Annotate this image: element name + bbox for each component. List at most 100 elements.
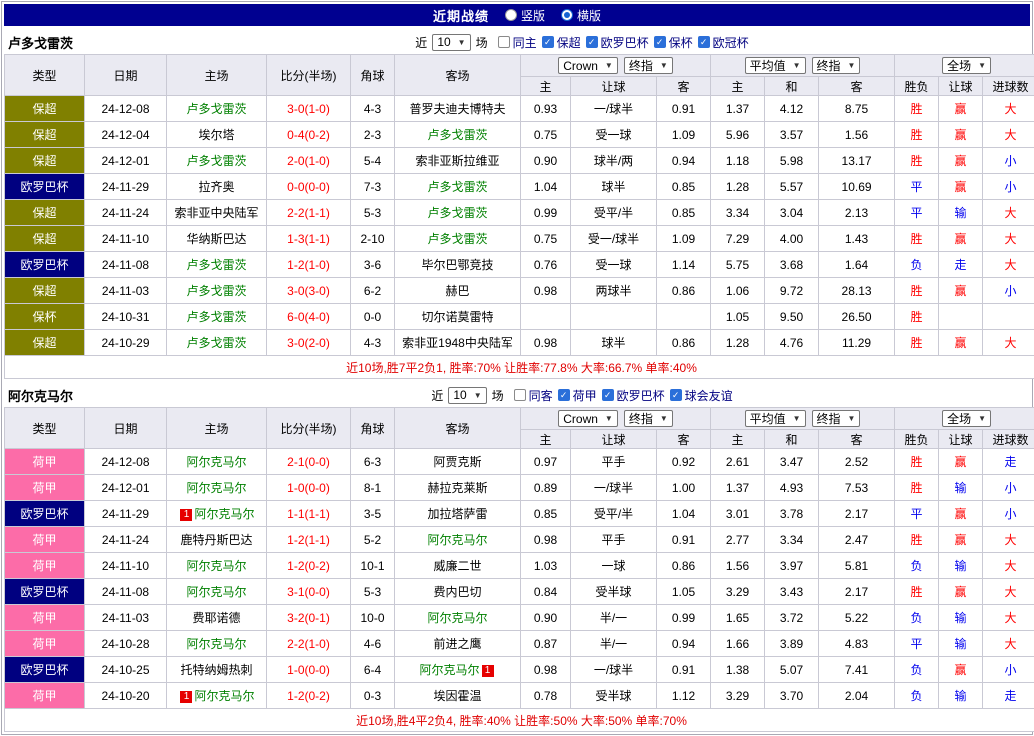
team-link[interactable]: 鹿特丹斯巴达 — [180, 533, 252, 547]
match-count-select[interactable]: 10 ▼ — [432, 34, 470, 51]
checkbox-unchecked-icon[interactable] — [514, 389, 526, 401]
team-link[interactable]: 阿尔克马尔 — [194, 689, 254, 703]
result-win-draw-lose: 平 — [895, 631, 939, 657]
checkbox-checked-icon[interactable] — [558, 389, 570, 401]
team-link[interactable]: 阿尔克马尔 — [186, 481, 246, 495]
team-link[interactable]: 切尔诺莫雷特 — [421, 310, 493, 324]
average-select[interactable]: 平均值▼ — [745, 57, 806, 74]
chevron-down-icon: ▼ — [793, 61, 801, 70]
team-link[interactable]: 埃因霍温 — [433, 689, 481, 703]
team-link[interactable]: 索非亚斯拉维亚 — [415, 154, 499, 168]
match-row: 荷甲24-12-01阿尔克马尔1-0(0-0)8-1赫拉克莱斯0.89一/球半1… — [5, 475, 1034, 501]
team-link[interactable]: 索非亚1948中央陆军 — [402, 336, 513, 350]
team-link[interactable]: 阿尔克马尔 — [186, 585, 246, 599]
checkbox-checked-icon[interactable] — [542, 36, 554, 48]
team-link[interactable]: 卢多戈雷茨 — [186, 154, 246, 168]
team-link[interactable]: 华纳斯巴达 — [186, 232, 246, 246]
average-select[interactable]: 平均值▼ — [745, 410, 806, 427]
team-link[interactable]: 阿贾克斯 — [433, 455, 481, 469]
checkbox-checked-icon[interactable] — [670, 389, 682, 401]
team-link[interactable]: 卢多戈雷茨 — [186, 258, 246, 272]
checkbox-checked-icon[interactable] — [698, 36, 710, 48]
team-link[interactable]: 卢多戈雷茨 — [427, 206, 487, 220]
final-odds-select[interactable]: 终指▼ — [812, 410, 861, 427]
team-link[interactable]: 卢多戈雷茨 — [427, 180, 487, 194]
chevron-down-icon: ▼ — [605, 414, 613, 423]
team-link[interactable]: 阿尔克马尔 — [419, 663, 479, 677]
checkbox-checked-icon[interactable] — [602, 389, 614, 401]
match-date: 24-10-29 — [85, 330, 167, 356]
team-link[interactable]: 阿尔克马尔 — [186, 455, 246, 469]
crown-away-odds: 1.09 — [657, 122, 711, 148]
final-odds-select[interactable]: 终指▼ — [812, 57, 861, 74]
team-link[interactable]: 埃尔塔 — [198, 128, 234, 142]
team-link[interactable]: 毕尔巴鄂竞技 — [421, 258, 493, 272]
team-link[interactable]: 加拉塔萨雷 — [427, 507, 487, 521]
team-link[interactable]: 普罗夫迪夫博特夫 — [409, 102, 505, 116]
team-link[interactable]: 卢多戈雷茨 — [427, 232, 487, 246]
filter-checkbox[interactable]: 欧冠杯 — [698, 34, 749, 51]
filter-checkbox[interactable]: 保超 — [542, 34, 581, 51]
team-link[interactable]: 费内巴切 — [433, 585, 481, 599]
checkbox-checked-icon[interactable] — [586, 36, 598, 48]
team-link[interactable]: 卢多戈雷茨 — [427, 128, 487, 142]
team-link[interactable]: 卢多戈雷茨 — [186, 310, 246, 324]
team-link[interactable]: 阿尔克马尔 — [427, 533, 487, 547]
checkbox-unchecked-icon[interactable] — [498, 36, 510, 48]
full-match-select[interactable]: 全场▼ — [942, 57, 991, 74]
match-count-select[interactable]: 10 ▼ — [448, 387, 486, 404]
team-link[interactable]: 卢多戈雷茨 — [186, 102, 246, 116]
team-link[interactable]: 阿尔克马尔 — [186, 637, 246, 651]
team-link[interactable]: 赫拉克莱斯 — [427, 481, 487, 495]
match-date: 24-11-24 — [85, 200, 167, 226]
team-link[interactable]: 费耶诺德 — [192, 611, 240, 625]
team-link[interactable]: 阿尔克马尔 — [186, 559, 246, 573]
bookmaker-select[interactable]: Crown▼ — [558, 57, 618, 74]
team-link[interactable]: 赫巴 — [445, 284, 469, 298]
away-team: 索非亚斯拉维亚 — [395, 148, 521, 174]
col-corner: 角球 — [351, 55, 395, 96]
team-link[interactable]: 卢多戈雷茨 — [186, 284, 246, 298]
match-type-badge: 欧罗巴杯 — [5, 174, 85, 200]
away-team: 普罗夫迪夫博特夫 — [395, 96, 521, 122]
filter-checkbox[interactable]: 保杯 — [654, 34, 693, 51]
team-link[interactable]: 阿尔克马尔 — [194, 507, 254, 521]
final-odds-select[interactable]: 终指▼ — [624, 410, 673, 427]
full-match-select[interactable]: 全场▼ — [942, 410, 991, 427]
corner-count: 6-4 — [351, 657, 395, 683]
filter-checkbox[interactable]: 同客 — [514, 387, 553, 404]
filter-checkbox[interactable]: 荷甲 — [558, 387, 597, 404]
match-row: 保超24-11-10华纳斯巴达1-3(1-1)2-10卢多戈雷茨0.75受一/球… — [5, 226, 1034, 252]
team-link[interactable]: 阿尔克马尔 — [427, 611, 487, 625]
layout-radio-horizontal[interactable]: 横版 — [561, 7, 601, 24]
filter-checkbox[interactable]: 同主 — [498, 34, 537, 51]
final-odds-select[interactable]: 终指▼ — [624, 57, 673, 74]
home-team: 鹿特丹斯巴达 — [167, 527, 267, 553]
team-link[interactable]: 威廉二世 — [433, 559, 481, 573]
avg-home-odds: 1.18 — [711, 148, 765, 174]
unit-label: 场 — [476, 34, 488, 51]
filter-checkbox[interactable]: 欧罗巴杯 — [602, 387, 665, 404]
filter-checkbox[interactable]: 球会友谊 — [670, 387, 733, 404]
bookmaker-select[interactable]: Crown▼ — [558, 410, 618, 427]
team-section-2: 阿尔克马尔 近 10 ▼ 场 同客荷甲欧罗巴杯球会友谊 类型 — [4, 383, 1030, 732]
layout-radio-vertical[interactable]: 竖版 — [505, 7, 545, 24]
crown-home-odds: 0.84 — [521, 579, 571, 605]
match-type-badge: 荷甲 — [5, 475, 85, 501]
filter-checkbox[interactable]: 欧罗巴杯 — [586, 34, 649, 51]
result-over-under: 大 — [983, 252, 1034, 278]
match-score: 3-0(1-0) — [267, 96, 351, 122]
checkbox-checked-icon[interactable] — [654, 36, 666, 48]
match-score: 2-2(1-0) — [267, 631, 351, 657]
team-name: 卢多戈雷茨 — [4, 33, 244, 52]
team-link[interactable]: 拉齐奥 — [198, 180, 234, 194]
team-link[interactable]: 托特纳姆热刺 — [180, 663, 252, 677]
team-link[interactable]: 卢多戈雷茨 — [186, 336, 246, 350]
avg-draw-odds: 5.57 — [765, 174, 819, 200]
col-type: 类型 — [5, 408, 85, 449]
team-link[interactable]: 前进之鹰 — [433, 637, 481, 651]
crown-home-odds: 0.90 — [521, 605, 571, 631]
team-link[interactable]: 索非亚中央陆军 — [174, 206, 258, 220]
avg-home-odds: 7.29 — [711, 226, 765, 252]
away-team: 卢多戈雷茨 — [395, 174, 521, 200]
